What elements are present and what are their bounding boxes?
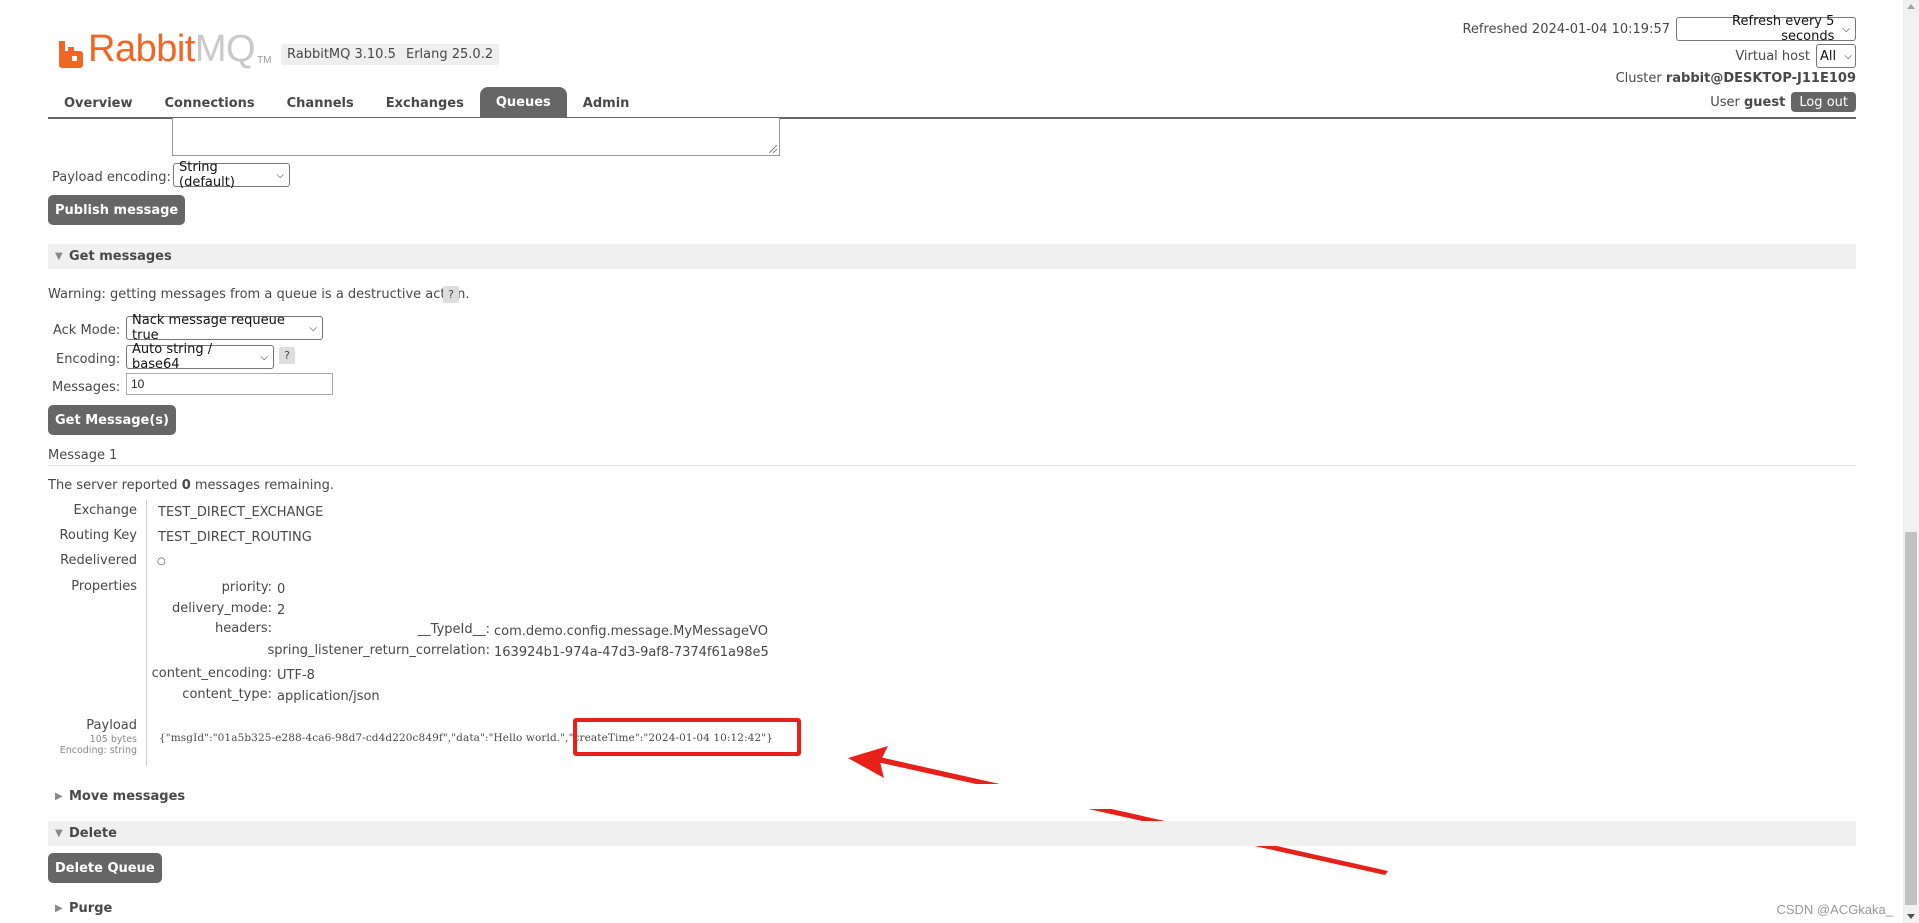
- refreshed-timestamp: Refreshed 2024-01-04 10:19:57: [1462, 21, 1670, 37]
- messages-count-label: Messages:: [52, 380, 121, 395]
- delete-title: Delete: [69, 826, 117, 841]
- virtual-host-label: Virtual host: [1735, 48, 1810, 64]
- message-title: Message 1: [48, 448, 118, 463]
- routing-key-label: Routing Key: [59, 528, 137, 543]
- correlation-key: spring_listener_return_correlation:: [267, 643, 490, 658]
- publish-message-button[interactable]: Publish message: [48, 195, 186, 225]
- message-table-divider: [146, 500, 147, 766]
- cluster-label: Cluster: [1615, 71, 1662, 86]
- virtual-host-value: All: [1820, 48, 1837, 64]
- encoding-help-icon[interactable]: ?: [279, 347, 295, 364]
- tab-exchanges[interactable]: Exchanges: [370, 88, 480, 118]
- destructive-warning: Warning: getting messages from a queue i…: [48, 287, 470, 302]
- erlang-version-badge: Erlang 25.0.2: [400, 44, 500, 65]
- chevron-down-icon: ⌵: [276, 169, 284, 181]
- delete-queue-button[interactable]: Delete Queue: [48, 853, 162, 883]
- content-type-value: application/json: [277, 689, 380, 704]
- move-messages-section-header[interactable]: ▶ Move messages: [48, 784, 1856, 809]
- tab-admin[interactable]: Admin: [567, 88, 646, 118]
- triangle-right-icon: ▶: [55, 903, 63, 914]
- tab-connections[interactable]: Connections: [149, 88, 271, 118]
- encoding-select[interactable]: Auto string / base64 ⌵: [126, 342, 274, 372]
- refresh-row: Refreshed 2024-01-04 10:19:57 Refresh ev…: [1462, 14, 1856, 44]
- headers-key: headers:: [215, 621, 272, 636]
- delivery-mode-value: 2: [277, 603, 286, 618]
- messages-count-input[interactable]: [126, 373, 333, 395]
- get-messages-section-header[interactable]: ▼ Get messages: [48, 244, 1856, 269]
- typeid-key: __TypeId__:: [417, 622, 490, 637]
- annotation-highlight-box: [573, 718, 801, 756]
- content-encoding-key: content_encoding:: [151, 666, 272, 681]
- get-messages-button[interactable]: Get Message(s): [48, 405, 176, 435]
- refresh-interval-select[interactable]: Refresh every 5 seconds ⌵: [1676, 14, 1856, 44]
- payload-encoding-select[interactable]: String (default) ⌵: [173, 160, 290, 190]
- redelivered-value-icon: ○: [157, 556, 166, 567]
- delete-section-header[interactable]: ▼ Delete: [48, 821, 1856, 846]
- logo-trademark: TM: [257, 55, 272, 66]
- logout-button[interactable]: Log out: [1791, 92, 1856, 112]
- csdn-watermark: CSDN @ACGkaka_: [1776, 902, 1893, 917]
- move-messages-title: Move messages: [69, 789, 186, 804]
- virtual-host-row: Virtual host All ⌵: [1735, 44, 1856, 68]
- triangle-down-icon: ▼: [55, 251, 63, 262]
- annotation-arrow-icon: [848, 746, 1388, 875]
- exchange-value: TEST_DIRECT_EXCHANGE: [158, 505, 324, 520]
- payload-encoding-meta: Encoding: string: [59, 745, 137, 756]
- correlation-value: 163924b1-974a-47d3-9af8-7374f61a98e5: [494, 645, 769, 660]
- ack-mode-label: Ack Mode:: [53, 323, 121, 338]
- delivery-mode-key: delivery_mode:: [172, 601, 272, 616]
- priority-value: 0: [277, 582, 286, 597]
- priority-key: priority:: [221, 580, 272, 595]
- chevron-down-icon: ⌵: [309, 322, 317, 334]
- payload-textarea[interactable]: [172, 118, 780, 156]
- virtual-host-select[interactable]: All ⌵: [1816, 44, 1856, 68]
- scroll-down-icon[interactable]: [1907, 914, 1915, 919]
- properties-label: Properties: [71, 579, 137, 594]
- messages-remaining: The server reported 0 messages remaining…: [48, 478, 334, 493]
- chevron-down-icon: ⌵: [260, 351, 268, 363]
- content-encoding-value: UTF-8: [277, 668, 315, 683]
- main-tabs: Overview Connections Channels Exchanges …: [48, 86, 645, 118]
- payload-label: Payload: [86, 718, 137, 733]
- cluster-row: Cluster rabbit@DESKTOP-J11E109: [1616, 71, 1856, 86]
- redelivered-label: Redelivered: [60, 553, 137, 568]
- purge-title: Purge: [69, 901, 113, 916]
- purge-section-header[interactable]: ▶ Purge: [48, 896, 1856, 921]
- encoding-value: Auto string / base64: [132, 342, 213, 372]
- ack-mode-select[interactable]: Nack message requeue true ⌵: [126, 313, 323, 343]
- rabbitmq-logo-icon: [59, 41, 83, 68]
- remaining-count: 0: [181, 478, 191, 493]
- typeid-value: com.demo.config.message.MyMessageVO: [494, 624, 768, 639]
- tab-overview[interactable]: Overview: [48, 88, 149, 118]
- triangle-down-icon: ▼: [55, 828, 63, 839]
- scrollbar-thumb[interactable]: [1905, 532, 1917, 905]
- resize-grip-icon[interactable]: [769, 145, 777, 153]
- payload-encoding-label: Payload encoding:: [52, 170, 171, 185]
- message-divider: [48, 465, 1856, 466]
- tab-channels[interactable]: Channels: [271, 88, 370, 118]
- user-name: guest: [1744, 94, 1786, 110]
- chevron-down-icon: ⌵: [1844, 50, 1852, 62]
- scroll-up-icon[interactable]: [1907, 4, 1915, 9]
- logo-text: RabbitMQ: [88, 28, 256, 70]
- payload-bytes: 105 bytes: [89, 734, 137, 745]
- user-row: User guest Log out: [1710, 92, 1856, 112]
- cluster-name: rabbit@DESKTOP-J11E109: [1665, 71, 1856, 86]
- rabbitmq-logo[interactable]: RabbitMQ TM: [58, 20, 272, 68]
- payload-encoding-value: String (default): [179, 160, 235, 190]
- get-messages-title: Get messages: [69, 249, 172, 264]
- exchange-label: Exchange: [73, 503, 137, 518]
- tab-queues[interactable]: Queues: [479, 87, 567, 118]
- encoding-label: Encoding:: [56, 352, 121, 367]
- ack-mode-value: Nack message requeue true: [132, 313, 285, 343]
- vertical-scrollbar[interactable]: [1903, 0, 1919, 923]
- triangle-right-icon: ▶: [55, 791, 63, 802]
- user-label: User: [1710, 94, 1740, 110]
- refresh-interval-value: Refresh every 5 seconds: [1732, 14, 1835, 44]
- chevron-down-icon: ⌵: [1842, 23, 1850, 35]
- routing-key-value: TEST_DIRECT_ROUTING: [158, 530, 312, 545]
- rabbitmq-version-badge: RabbitMQ 3.10.5: [281, 44, 402, 65]
- warning-help-icon[interactable]: ?: [443, 286, 459, 303]
- content-type-key: content_type:: [182, 687, 272, 702]
